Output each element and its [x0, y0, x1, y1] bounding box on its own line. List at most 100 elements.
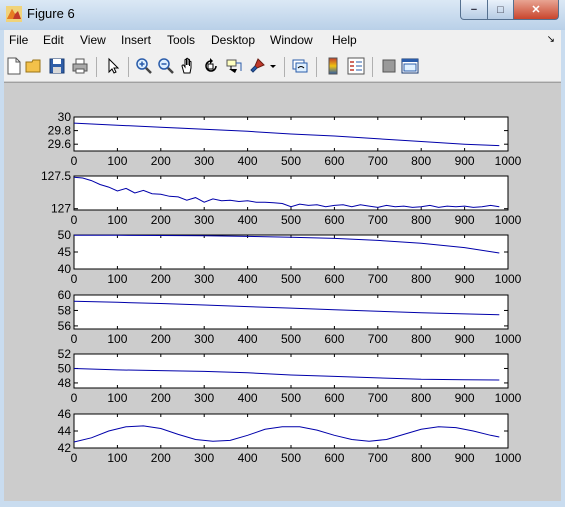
menu-tools[interactable]: Tools: [167, 33, 195, 47]
y-tick-label: 40: [58, 262, 72, 276]
x-tick-label: 100: [107, 451, 127, 465]
menu-help[interactable]: Help: [332, 33, 357, 47]
menu-edit[interactable]: Edit: [43, 33, 64, 47]
x-tick-label: 600: [324, 332, 344, 346]
x-tick-label: 100: [107, 154, 127, 168]
menu-desktop[interactable]: Desktop: [211, 33, 255, 47]
hide-plot-tools-icon[interactable]: [380, 57, 398, 75]
x-tick-label: 900: [455, 154, 475, 168]
x-tick-label: 400: [238, 272, 258, 286]
x-tick-label: 300: [194, 272, 214, 286]
link-plot-icon[interactable]: [291, 57, 309, 75]
menu-view[interactable]: View: [80, 33, 106, 47]
x-tick-label: 0: [71, 154, 78, 168]
data-cursor-icon[interactable]: [225, 57, 243, 75]
window-bottom-border: [0, 501, 565, 507]
x-tick-label: 400: [238, 332, 258, 346]
save-icon[interactable]: [48, 57, 66, 75]
x-tick-label: 200: [151, 272, 171, 286]
x-tick-label: 600: [324, 451, 344, 465]
x-tick-label: 300: [194, 332, 214, 346]
y-tick-label: 58: [58, 303, 72, 317]
x-tick-label: 700: [368, 332, 388, 346]
maximize-button[interactable]: □: [487, 0, 514, 20]
y-tick-label: 48: [58, 376, 72, 390]
y-tick-label: 127: [51, 202, 71, 216]
colorbar-icon[interactable]: [324, 57, 342, 75]
x-tick-label: 100: [107, 332, 127, 346]
x-tick-label: 400: [238, 154, 258, 168]
print-icon[interactable]: [71, 57, 89, 75]
matlab-icon: [6, 6, 22, 22]
x-tick-label: 500: [281, 451, 301, 465]
x-tick-label: 300: [194, 451, 214, 465]
axes-box: [73, 175, 509, 211]
x-tick-label: 200: [151, 451, 171, 465]
x-tick-label: 800: [411, 332, 431, 346]
menu-insert[interactable]: Insert: [121, 33, 151, 47]
subplot-6[interactable]: 0 100 200 300 400 500 600 700 800 900 1000 42 44 46: [58, 407, 522, 465]
x-tick-label: 700: [368, 213, 388, 227]
plots-svg: 0 100 200 300 400 500 600 700 800 900 100029.629.8…: [41, 110, 522, 465]
subplot-4[interactable]: 0 100 200 300 400 500 600 700 800 900 1000 56 5860: [58, 288, 522, 346]
minimize-button[interactable]: −: [460, 0, 488, 20]
axes-box: [73, 413, 509, 449]
x-tick-label: 700: [368, 451, 388, 465]
y-tick-label: 50: [58, 361, 72, 375]
menu-bar: File Edit View Insert Tools Desktop Wind…: [4, 30, 561, 52]
y-tick-label: 42: [58, 441, 72, 455]
window-title: Figure 6: [27, 6, 75, 21]
x-tick-label: 400: [238, 391, 258, 405]
subplot-2[interactable]: 0 100 200 300 400 500 600 700 800 900 1000 127 127.5: [41, 169, 522, 227]
close-button[interactable]: ✕: [513, 0, 559, 20]
brush-dropdown-icon[interactable]: [268, 57, 278, 75]
toolbar-separator: [372, 57, 373, 77]
x-tick-label: 800: [411, 213, 431, 227]
zoom-out-icon[interactable]: [157, 57, 175, 75]
y-tick-label: 127.5: [41, 169, 71, 183]
pointer-icon[interactable]: [104, 57, 122, 75]
y-tick-label: 44: [58, 424, 72, 438]
rotate-3d-icon[interactable]: [202, 57, 220, 75]
toolbar-separator: [316, 57, 317, 77]
x-tick-label: 500: [281, 272, 301, 286]
y-tick-label: 56: [58, 319, 72, 333]
y-tick-label: 29.8: [48, 124, 72, 138]
x-tick-label: 200: [151, 213, 171, 227]
axes-box: [73, 294, 509, 330]
subplot-5[interactable]: 0 100 200 300 400 500 600 700 800 900 1000 485052: [58, 347, 522, 405]
figure-canvas: 0 100 200 300 400 500 600 700 800 900 1000 29.6 29.8…: [4, 82, 561, 502]
zoom-in-icon[interactable]: [135, 57, 153, 75]
toolbar-separator: [128, 57, 129, 77]
x-tick-label: 1000: [495, 391, 522, 405]
x-tick-label: 0: [71, 213, 78, 227]
menu-file[interactable]: File: [9, 33, 28, 47]
legend-icon[interactable]: [347, 57, 365, 75]
x-tick-label: 0: [71, 451, 78, 465]
x-tick-label: 700: [368, 391, 388, 405]
toolbar-separator: [96, 57, 97, 77]
menubar-dock-arrow-icon[interactable]: ↘: [547, 34, 555, 45]
x-tick-label: 500: [281, 213, 301, 227]
subplot-1[interactable]: 0 100 200 300 400 500 600 700 800 900 1000 29.629.8…: [48, 110, 522, 168]
x-tick-label: 600: [324, 213, 344, 227]
menu-window[interactable]: Window: [270, 33, 313, 47]
subplot-3[interactable]: 0 100 200 300 400 500 600 700 800 900 1000 40 45 50: [58, 228, 522, 286]
x-tick-label: 900: [455, 272, 475, 286]
x-tick-label: 0: [71, 332, 78, 346]
new-figure-icon[interactable]: [5, 57, 23, 75]
x-tick-label: 800: [411, 154, 431, 168]
y-tick-label: 60: [58, 288, 72, 302]
pan-hand-icon[interactable]: [179, 57, 197, 75]
brush-icon[interactable]: [248, 57, 266, 75]
show-plot-tools-icon[interactable]: [401, 57, 419, 75]
x-tick-label: 1000: [495, 332, 522, 346]
axes-box: [73, 234, 509, 270]
x-tick-label: 500: [281, 154, 301, 168]
open-file-icon[interactable]: [25, 57, 43, 75]
x-tick-label: 800: [411, 451, 431, 465]
x-tick-label: 1000: [495, 154, 522, 168]
x-tick-label: 0: [71, 391, 78, 405]
title-bar[interactable]: Figure 6 − □ ✕: [0, 0, 565, 30]
x-tick-label: 900: [455, 332, 475, 346]
